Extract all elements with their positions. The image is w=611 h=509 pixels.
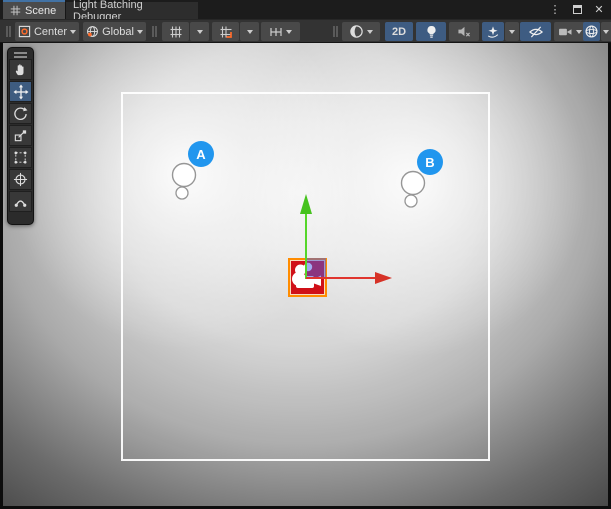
hand-icon: [13, 62, 28, 77]
rect-tool[interactable]: [9, 147, 32, 168]
light-bulb-icon: [425, 25, 438, 39]
light-gizmo-a[interactable]: [169, 161, 199, 205]
toolbar-drag-handle[interactable]: [333, 26, 335, 37]
gizmos-dropdown[interactable]: [601, 22, 611, 41]
effects-star-icon: [486, 25, 500, 39]
rect-tool-icon: [13, 150, 28, 165]
grid-snapping-dropdown[interactable]: [240, 22, 259, 41]
grid-visibility-button[interactable]: [162, 22, 189, 41]
light-a-label: A: [196, 147, 205, 162]
move-gizmo-xy-plane-handle[interactable]: [306, 258, 326, 278]
light-bulb-gizmo-icon: [398, 169, 428, 213]
move-cross-icon: [13, 84, 29, 100]
handle-space-label: Global: [102, 26, 134, 38]
chevron-down-icon: [509, 30, 515, 34]
scale-icon: [13, 128, 28, 143]
tab-scene-label: Scene: [25, 5, 56, 17]
rotate-icon: [13, 106, 28, 121]
pivot-mode-dropdown[interactable]: Center: [15, 22, 79, 41]
effects-dropdown[interactable]: [505, 22, 519, 41]
window-controls: ⋮ ✕: [547, 0, 607, 19]
chevron-down-icon: [286, 30, 292, 34]
tab-scene[interactable]: Scene: [3, 2, 65, 19]
toggle-scene-lighting[interactable]: [416, 22, 446, 41]
camera-icon: [558, 26, 573, 38]
move-tool[interactable]: [9, 81, 32, 102]
close-icon[interactable]: ✕: [591, 2, 607, 18]
move-gizmo-y-arrowhead-icon[interactable]: [300, 194, 312, 214]
chevron-down-icon: [137, 30, 143, 34]
toggle-audio[interactable]: [449, 22, 479, 41]
handle-space-dropdown[interactable]: Global: [83, 22, 146, 41]
transform-tool[interactable]: [9, 169, 32, 190]
tools-panel-drag-handle[interactable]: [14, 52, 27, 54]
move-gizmo-x-arrowhead-icon[interactable]: [375, 272, 392, 284]
chevron-down-icon: [197, 30, 203, 34]
light-gizmo-b[interactable]: [398, 169, 428, 213]
scene-toolbar: Center Global: [0, 19, 611, 43]
shaded-sphere-icon: [349, 24, 364, 39]
transform-icon: [13, 172, 28, 187]
pivot-center-icon: [18, 25, 31, 38]
view-hand-tool[interactable]: [9, 59, 32, 80]
light-b-badge[interactable]: B: [417, 149, 443, 175]
rotate-tool[interactable]: [9, 103, 32, 124]
scene-camera-dropdown[interactable]: [554, 22, 586, 41]
scene-grid-icon: [10, 5, 21, 16]
eye-hidden-icon: [528, 25, 544, 39]
custom-editor-tool[interactable]: [9, 191, 32, 212]
light-a-badge[interactable]: A: [188, 141, 214, 167]
chevron-down-icon: [576, 30, 582, 34]
unity-scene-view-window: Scene Light Batching Debugger ⋮ ✕ Center: [0, 0, 611, 509]
scene-viewport[interactable]: A B: [3, 43, 608, 506]
audio-muted-icon: [457, 25, 471, 38]
chevron-down-icon: [70, 30, 76, 34]
pivot-mode-label: Center: [34, 26, 67, 38]
chevron-down-icon: [367, 30, 373, 34]
grid-snap-icon: [219, 25, 233, 39]
toolbar-drag-handle[interactable]: [6, 26, 8, 37]
grid-icon: [169, 25, 183, 39]
chevron-down-icon: [247, 30, 253, 34]
tab-light-batching-debugger[interactable]: Light Batching Debugger: [65, 2, 198, 19]
scale-tool[interactable]: [9, 125, 32, 146]
chevron-down-icon: [603, 30, 609, 34]
light-bulb-gizmo-icon: [169, 161, 199, 205]
move-gizmo-x-axis[interactable]: [306, 277, 378, 279]
gizmos-button[interactable]: [583, 22, 600, 41]
globe-icon: [86, 25, 99, 38]
kebab-menu-icon[interactable]: ⋮: [547, 2, 563, 18]
custom-tool-icon: [13, 194, 28, 209]
gizmos-sphere-icon: [584, 24, 599, 39]
toggle-2d-mode[interactable]: 2D: [385, 22, 413, 41]
toggle-effects[interactable]: [482, 22, 504, 41]
snap-increment-dropdown[interactable]: [261, 22, 300, 41]
maximize-icon[interactable]: [569, 2, 585, 18]
toolbar-drag-handle[interactable]: [152, 26, 154, 37]
toggle-hidden-objects[interactable]: [520, 22, 551, 41]
2d-mode-label: 2D: [392, 26, 406, 38]
grid-visibility-dropdown[interactable]: [190, 22, 209, 41]
tools-overlay-panel: [7, 47, 34, 225]
move-gizmo-y-axis[interactable]: [305, 213, 307, 279]
light-b-label: B: [425, 155, 434, 170]
snap-move-icon: [269, 25, 283, 39]
draw-mode-dropdown[interactable]: [342, 22, 380, 41]
grid-snapping-button[interactable]: [212, 22, 239, 41]
tab-bar: Scene Light Batching Debugger ⋮ ✕: [0, 0, 611, 19]
